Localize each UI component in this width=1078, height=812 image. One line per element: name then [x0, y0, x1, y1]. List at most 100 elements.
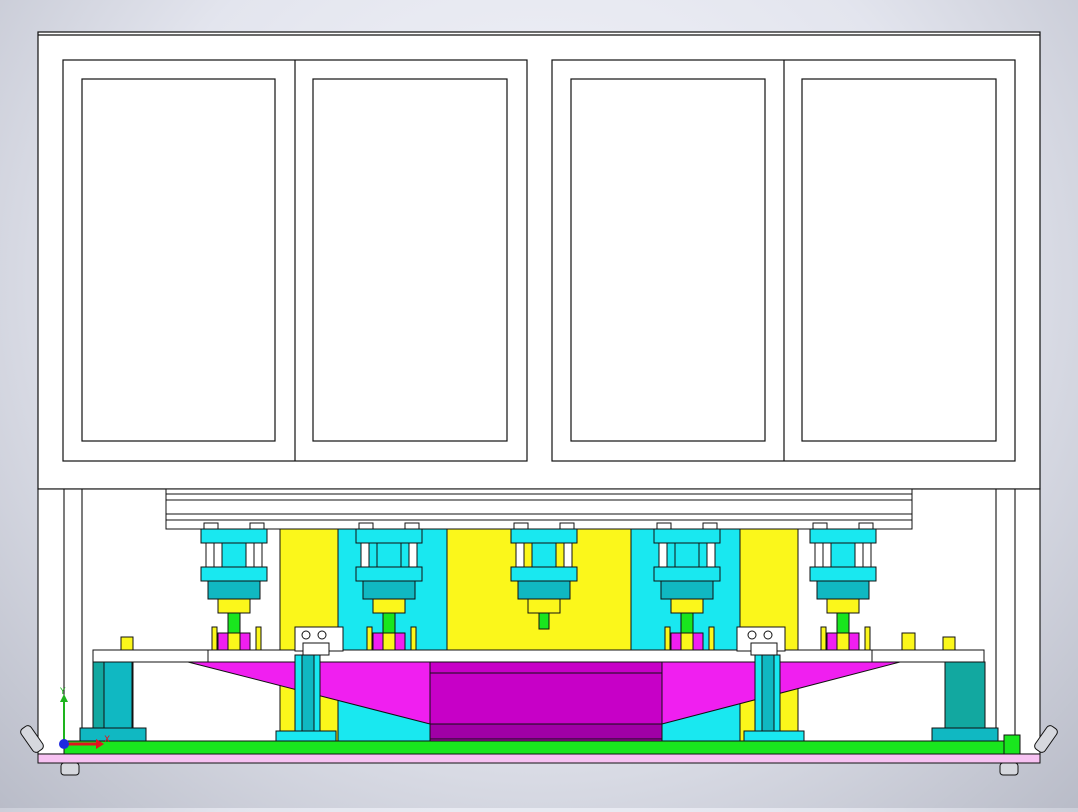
cylinder-pad-center: [227, 632, 241, 651]
cylinder-mount-plate: [355, 528, 423, 544]
door-panel-1[interactable]: [81, 78, 276, 442]
cylinder-top-cap-right: [858, 522, 874, 530]
cylinder-top-cap-right: [404, 522, 420, 530]
leg-inner-left-base: [275, 730, 337, 742]
cylinder-rod-left: [658, 542, 668, 568]
base-plate[interactable]: [92, 649, 985, 663]
press-top-plate[interactable]: [165, 488, 913, 530]
cylinder-collar: [527, 598, 561, 614]
clamp-right[interactable]: [736, 626, 786, 656]
cylinder-piston: [382, 612, 396, 634]
cylinder-top-cap-right: [702, 522, 718, 530]
upper-cabinet[interactable]: [37, 31, 1041, 490]
clamp-left-foot: [302, 642, 330, 656]
cylinder-piston: [680, 612, 694, 634]
cylinder-body: [200, 566, 268, 582]
cylinder-top-cap-left: [203, 522, 219, 530]
foot-left: [60, 762, 80, 776]
cylinder-rod-right: [862, 542, 872, 568]
cylinder-rod-right: [408, 542, 418, 568]
door-panel-3[interactable]: [570, 78, 766, 442]
cylinder-collar: [217, 598, 251, 614]
cylinder-rod-right: [563, 542, 573, 568]
cylinder-mount-plate: [809, 528, 877, 544]
cylinder-piston: [538, 612, 550, 630]
cylinder-top-cap-right: [249, 522, 265, 530]
green-rail: [63, 740, 1020, 755]
pin-3: [942, 636, 956, 651]
cylinder-piston: [227, 612, 241, 634]
cylinder-yoke: [221, 542, 247, 568]
side-pin-left: [211, 626, 218, 651]
cylinder-body: [355, 566, 423, 582]
cylinder-body-lower: [362, 580, 416, 600]
cylinder-body-lower: [660, 580, 714, 600]
clamp-left[interactable]: [294, 626, 344, 656]
green-rail-end: [1003, 734, 1021, 755]
cylinder-body: [510, 566, 578, 582]
cylinder-mount-plate: [510, 528, 578, 544]
leg-right-base: [931, 727, 999, 742]
side-pin-left: [366, 626, 373, 651]
cylinder-pad-center: [836, 632, 850, 651]
cylinder-body-lower: [816, 580, 870, 600]
base-table[interactable]: [92, 649, 985, 663]
clamp-right-bolt-2: [763, 630, 773, 640]
leg-inner-right-core: [761, 654, 775, 734]
clamp-right-bolt-1: [747, 630, 757, 640]
door-panel-4[interactable]: [801, 78, 997, 442]
cylinder-pad-center: [382, 632, 396, 651]
cylinder-rod-left: [205, 542, 215, 568]
funnel-center-bottom: [429, 723, 663, 740]
side-pin-right: [708, 626, 715, 651]
x-axis-label: X: [104, 735, 110, 745]
leg-inner-left-core: [301, 654, 315, 734]
side-pin-right: [410, 626, 417, 651]
top-plate-body: [165, 488, 913, 530]
clamp-left-bolt-1: [301, 630, 311, 640]
pin-2: [901, 632, 916, 651]
cylinder-body-lower: [207, 580, 261, 600]
cylinder-collar: [826, 598, 860, 614]
side-pin-right: [864, 626, 871, 651]
cylinder-mount-plate: [200, 528, 268, 544]
cylinder-yoke: [376, 542, 402, 568]
side-pin-left: [820, 626, 827, 651]
cylinder-top-cap-left: [656, 522, 672, 530]
cylinder-body: [809, 566, 877, 582]
cylinder-rod-left: [515, 542, 525, 568]
funnel-center-inner: [429, 672, 663, 725]
side-pin-left: [664, 626, 671, 651]
leg-left-base: [79, 727, 147, 742]
cylinder-yoke: [674, 542, 700, 568]
cylinder-yoke: [531, 542, 557, 568]
cylinder-top-cap-right: [559, 522, 575, 530]
pin-1: [120, 636, 134, 651]
cylinder-rod-left: [814, 542, 824, 568]
leg-inner-right-base: [743, 730, 805, 742]
z-axis-dot-icon: [59, 739, 69, 749]
clamp-right-foot: [750, 642, 778, 656]
base-plate-ledge-right: [871, 649, 985, 663]
cylinder-body-lower: [517, 580, 571, 600]
cylinder-piston: [836, 612, 850, 634]
cylinder-collar: [670, 598, 704, 614]
assembly-drawing[interactable]: X Y: [0, 0, 1078, 808]
base-plate-ledge-left: [92, 649, 209, 663]
door-panel-2[interactable]: [312, 78, 508, 442]
cylinder-top-cap-left: [513, 522, 529, 530]
cylinder-rod-left: [360, 542, 370, 568]
cylinder-rod-right: [253, 542, 263, 568]
y-axis-label: Y: [59, 687, 66, 697]
cylinder-pad-center: [680, 632, 694, 651]
foot-right: [999, 762, 1019, 776]
pink-base: [37, 753, 1041, 764]
side-pin-right: [255, 626, 262, 651]
cylinder-top-cap-left: [812, 522, 828, 530]
cylinder-rod-right: [706, 542, 716, 568]
cylinder-mount-plate: [653, 528, 721, 544]
cad-viewport[interactable]: cad-front-view: [0, 0, 1078, 808]
leg-left-outer-face: [103, 661, 133, 731]
clamp-left-bolt-2: [317, 630, 327, 640]
cylinder-yoke: [830, 542, 856, 568]
